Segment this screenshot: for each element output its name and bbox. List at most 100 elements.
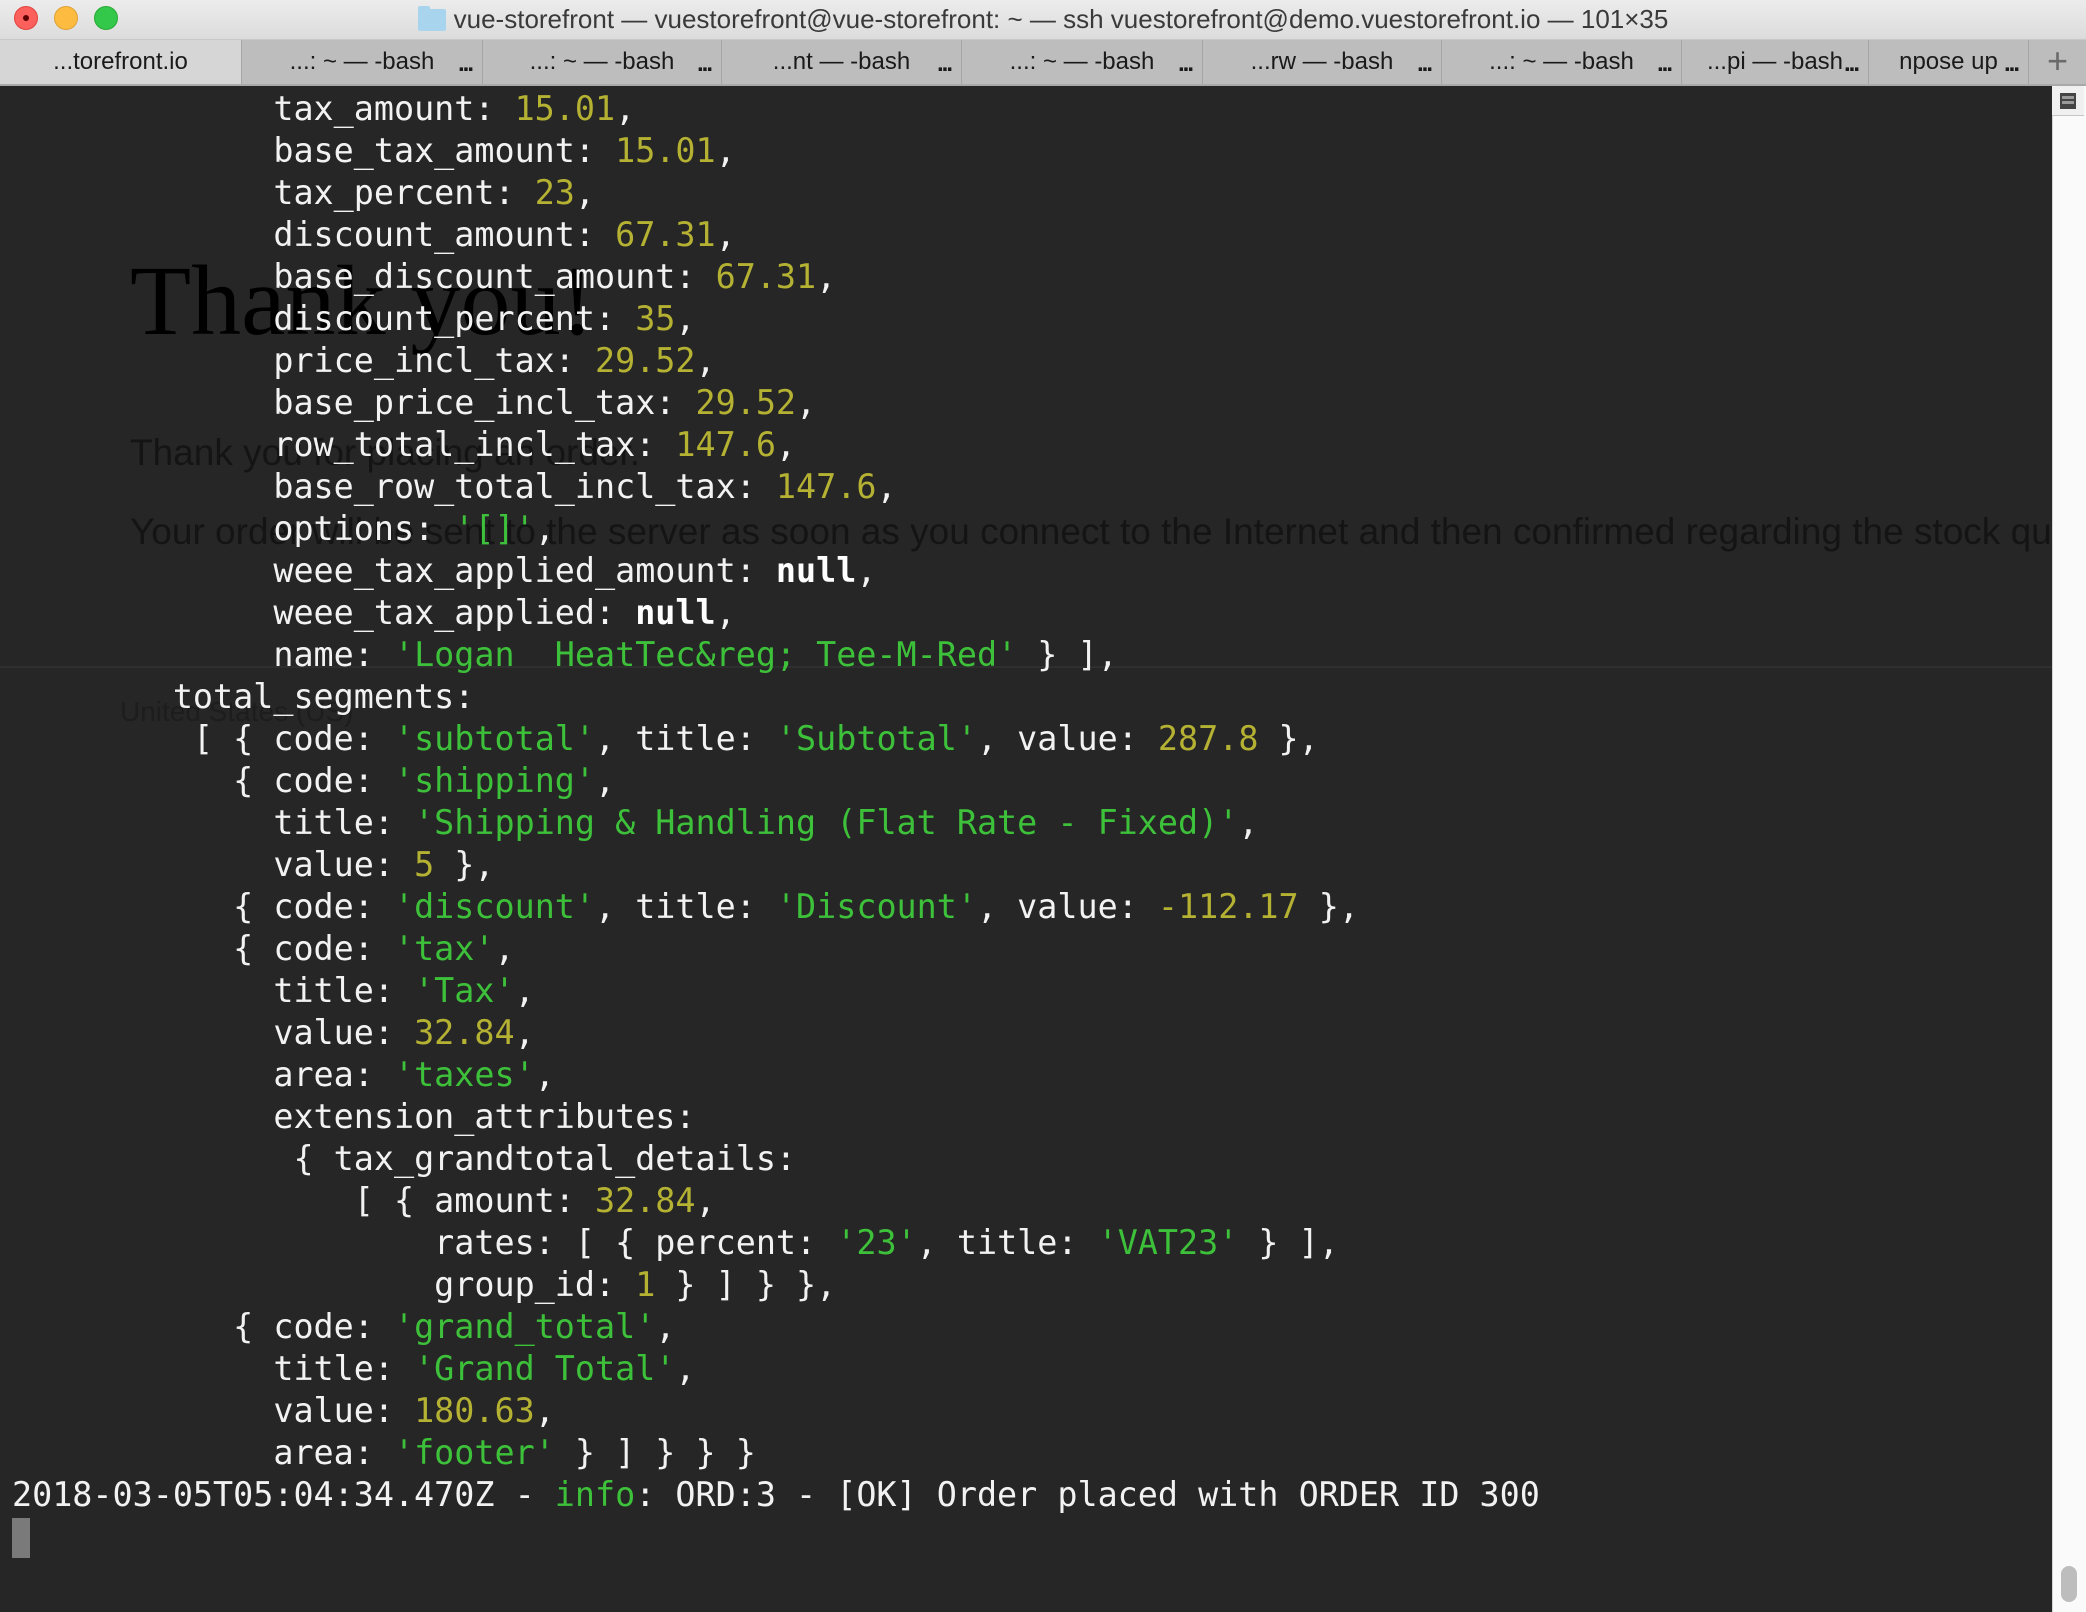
text-token: , [655, 1307, 676, 1346]
text-token: title: [273, 1349, 415, 1388]
tab-8[interactable]: ...pi — -bash... [1682, 40, 1869, 84]
text-token: , [514, 1013, 535, 1052]
number-token: 287.8 [1157, 719, 1259, 758]
text-token: , [796, 383, 817, 422]
string-token: info [554, 1475, 636, 1514]
terminal-line: group_id: 1 } ] } }, [12, 1264, 1540, 1306]
terminal-line: price_incl_tax: 29.52, [12, 340, 1540, 382]
text-token: options: [273, 509, 455, 548]
plus-icon: + [2046, 40, 2069, 81]
tab-label: npose up [1899, 48, 1998, 75]
text-token: [ { amount: [353, 1181, 595, 1220]
tab-4[interactable]: ...nt — -bash... [722, 40, 962, 84]
terminal-line: [ { amount: 32.84, [12, 1180, 1540, 1222]
terminal-line: { code: 'grand_total', [12, 1306, 1540, 1348]
terminal-line: { code: 'tax', [12, 928, 1540, 970]
string-token: 'VAT23' [1097, 1223, 1239, 1262]
number-token: 5 [414, 845, 435, 884]
tab-1[interactable]: ...torefront.io [0, 40, 242, 84]
text-token: 2018-03-05T05:04:34.470Z - [12, 1475, 555, 1514]
terminal-line: value: 180.63, [12, 1390, 1540, 1432]
text-token: , [775, 425, 797, 464]
tab-bar: + ...torefront.io...: ~ — -bash......: ~… [0, 40, 2086, 86]
text-token: } ] } }, [655, 1265, 837, 1304]
tab-more-icon[interactable]: ... [2004, 44, 2020, 84]
number-token: 147.6 [775, 467, 877, 506]
folder-icon [417, 6, 446, 31]
string-token: 'subtotal' [393, 719, 595, 758]
terminal-line: tax_percent: 23, [12, 172, 1540, 214]
text-token: } ], [1238, 1223, 1339, 1262]
text-token: } ] } } } [554, 1433, 756, 1472]
text-token: extension_attributes: [273, 1097, 696, 1136]
terminal-line: title: 'Shipping & Handling (Flat Rate -… [12, 802, 1540, 844]
text-token: { code: [233, 761, 394, 800]
text-token: , [675, 1349, 696, 1388]
tab-more-icon[interactable]: ... [937, 44, 953, 84]
split-pane-button[interactable] [2052, 86, 2084, 116]
text-token: , [876, 467, 897, 506]
tab-5[interactable]: ...: ~ — -bash... [962, 40, 1203, 84]
string-token: 'footer' [393, 1433, 555, 1472]
window-titlebar: vue-storefront — vuestorefront@vue-store… [0, 0, 2086, 40]
scrollbar-thumb[interactable] [2061, 1566, 2077, 1602]
number-token: 29.52 [695, 383, 797, 422]
text-token: tax_percent: [273, 173, 535, 212]
tab-more-icon[interactable]: ... [458, 44, 474, 84]
string-token: 'Discount' [775, 887, 977, 926]
text-token: discount_amount: [273, 215, 616, 254]
string-token: 'discount' [393, 887, 595, 926]
text-token: name: [273, 635, 394, 674]
text-token: , [534, 1055, 555, 1094]
tab-9[interactable]: npose up... [1869, 40, 2029, 84]
text-token: , [675, 299, 696, 338]
tab-more-icon[interactable]: ... [697, 44, 713, 84]
number-token: 15.01 [514, 89, 616, 128]
tab-more-icon[interactable]: ... [1844, 44, 1860, 84]
string-token: 'grand_total' [393, 1307, 656, 1346]
number-token: 23 [534, 173, 575, 212]
terminal-line: base_tax_amount: 15.01, [12, 130, 1540, 172]
terminal-line: title: 'Grand Total', [12, 1348, 1540, 1390]
terminal-line: tax_amount: 15.01, [12, 88, 1540, 130]
number-token: 180.63 [414, 1391, 535, 1430]
tab-label: ...: ~ — -bash [289, 48, 435, 75]
tab-label: ...: ~ — -bash [529, 48, 675, 75]
text-token: , [595, 761, 616, 800]
tab-label: ...pi — -bash [1706, 48, 1844, 75]
text-token: , [494, 929, 515, 968]
vertical-scrollbar[interactable] [2052, 86, 2086, 1612]
terminal-line: [ { code: 'subtotal', title: 'Subtotal',… [12, 718, 1540, 760]
window-title: vue-storefront — vuestorefront@vue-store… [0, 2, 2086, 36]
terminal-line: title: 'Tax', [12, 970, 1540, 1012]
text-token: , [615, 89, 636, 128]
text-token: } ], [1017, 635, 1118, 674]
text-token: area: [273, 1055, 394, 1094]
tab-label: ...nt — -bash [772, 48, 911, 75]
tab-3[interactable]: ...: ~ — -bash... [483, 40, 722, 84]
tab-more-icon[interactable]: ... [1178, 44, 1194, 84]
string-token: 'shipping' [393, 761, 595, 800]
new-tab-button[interactable]: + [2029, 40, 2086, 84]
terminal-line: row_total_incl_tax: 147.6, [12, 424, 1540, 466]
terminal-line: base_price_incl_tax: 29.52, [12, 382, 1540, 424]
terminal-view[interactable]: Thank you! Thank you for placing an orde… [0, 86, 2052, 1612]
terminal-line: extension_attributes: [12, 1096, 1540, 1138]
tab-more-icon[interactable]: ... [1657, 44, 1673, 84]
text-token: base_price_incl_tax: [273, 383, 696, 422]
prompt-line[interactable] [12, 1516, 1540, 1558]
tab-6[interactable]: ...rw — -bash... [1203, 40, 1442, 84]
text-token: { tax_grandtotal_details: [293, 1139, 797, 1178]
tab-7[interactable]: ...: ~ — -bash... [1442, 40, 1682, 84]
text-token: , [816, 257, 837, 296]
text-token: , [715, 593, 736, 632]
tab-label: ...: ~ — -bash [1489, 48, 1634, 75]
number-token: 1 [635, 1265, 656, 1304]
terminal-line: discount_percent: 35, [12, 298, 1540, 340]
text-token: }, [434, 845, 495, 884]
terminal-output: tax_amount: 15.01, base_tax_amount: 15.0… [12, 88, 1540, 1558]
text-token: total_segments: [172, 677, 475, 716]
tab-2[interactable]: ...: ~ — -bash... [242, 40, 483, 84]
text-token: title: [273, 803, 415, 842]
tab-more-icon[interactable]: ... [1417, 44, 1433, 84]
